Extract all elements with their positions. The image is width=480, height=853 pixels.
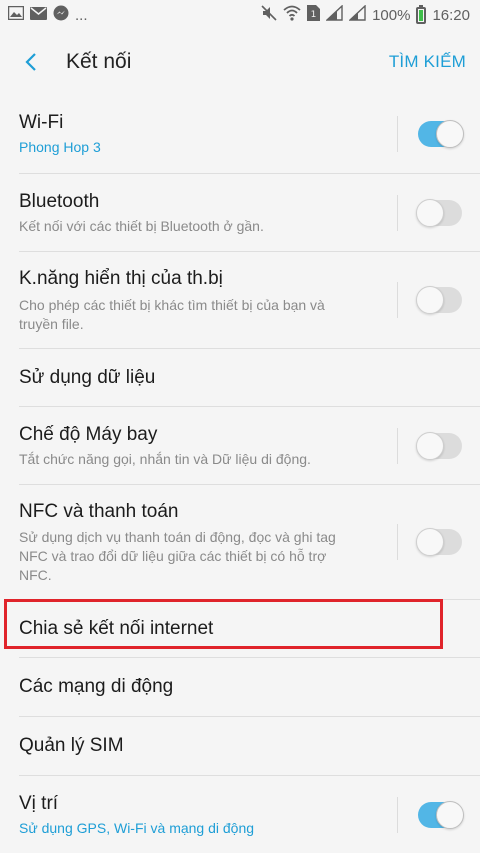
setting-subtitle: Tắt chức năng gọi, nhắn tin và Dữ liệu d… <box>19 451 311 467</box>
setting-text: K.năng hiển thị của th.bị Cho phép các t… <box>19 266 397 334</box>
setting-title: K.năng hiển thị của th.bị <box>19 268 223 289</box>
toggle-knob <box>416 198 444 227</box>
image-notification-icon <box>7 5 25 24</box>
setting-title: Vị trí <box>19 793 59 814</box>
setting-text: Chia sẻ kết nối internet <box>19 616 462 642</box>
setting-data-usage[interactable]: Sử dụng dữ liệu <box>0 349 480 406</box>
wifi-toggle[interactable] <box>418 119 464 148</box>
signal-icon <box>325 4 343 25</box>
subtitle-line: NFC và trao đổi dữ liệu giữa các thiết b… <box>19 548 327 564</box>
setting-title: Chế độ Máy bay <box>19 424 158 445</box>
setting-title: Quản lý SIM <box>19 735 124 756</box>
setting-title: Các mạng di động <box>19 676 174 697</box>
setting-bluetooth[interactable]: Bluetooth Kết nối với các thiết bị Bluet… <box>0 174 480 251</box>
setting-subtitle: Cho phép các thiết bị khác tìm thiết bị … <box>19 296 397 334</box>
sim-1-icon: 1 <box>307 5 321 25</box>
signal-2-icon <box>348 4 366 25</box>
setting-subtitle: Phong Hop 3 <box>19 139 101 155</box>
location-toggle[interactable] <box>418 800 464 829</box>
status-bar: ... 1 100% 16:20 <box>0 0 480 30</box>
toggle-area <box>397 174 462 251</box>
bluetooth-toggle[interactable] <box>416 198 462 227</box>
page-title: Kết nối <box>66 50 132 73</box>
toggle-knob <box>436 119 464 148</box>
status-right: 1 100% 16:20 <box>261 4 470 25</box>
app-bar: Kết nối TÌM KIẾM <box>0 30 480 94</box>
messenger-notification-icon <box>53 5 69 25</box>
mail-notification-icon <box>30 6 47 24</box>
toggle-knob <box>416 286 444 314</box>
setting-title: Wi-Fi <box>19 112 64 133</box>
setting-subtitle: Kết nối với các thiết bị Bluetooth ở gần… <box>19 218 264 234</box>
vertical-divider <box>397 524 398 560</box>
back-arrow-icon[interactable] <box>16 47 46 77</box>
setting-subtitle: Sử dụng dịch vụ thanh toán di động, đọc … <box>19 528 397 585</box>
setting-tethering[interactable]: Chia sẻ kết nối internet <box>0 600 480 657</box>
setting-text: Sử dụng dữ liệu <box>19 365 462 391</box>
toggle-area <box>397 94 464 173</box>
toggle-area <box>397 776 464 853</box>
subtitle-line: Sử dụng dịch vụ thanh toán di động, đọc … <box>19 529 336 545</box>
setting-nfc-payment[interactable]: NFC và thanh toán Sử dụng dịch vụ thanh … <box>0 485 480 599</box>
setting-location[interactable]: Vị trí Sử dụng GPS, Wi-Fi và mạng di độn… <box>0 776 480 853</box>
subtitle-line: truyền file. <box>19 316 84 332</box>
setting-title: Chia sẻ kết nối internet <box>19 617 214 639</box>
more-notifications-text: ... <box>75 6 88 24</box>
setting-sim-manager[interactable]: Quản lý SIM <box>0 717 480 775</box>
vertical-divider <box>397 115 398 152</box>
search-button[interactable]: TÌM KIẾM <box>389 52 466 72</box>
setting-device-visibility[interactable]: K.năng hiển thị của th.bị Cho phép các t… <box>0 252 480 348</box>
setting-subtitle: Sử dụng GPS, Wi-Fi và mạng di động <box>19 820 255 836</box>
vertical-divider <box>397 796 398 833</box>
toggle-knob <box>436 800 464 829</box>
setting-airplane-mode[interactable]: Chế độ Máy bay Tắt chức năng gọi, nhắn t… <box>0 407 480 484</box>
setting-text: NFC và thanh toán Sử dụng dịch vụ thanh … <box>19 499 397 585</box>
setting-mobile-networks[interactable]: Các mạng di động <box>0 658 480 716</box>
setting-text: Chế độ Máy bay Tắt chức năng gọi, nhắn t… <box>19 422 397 469</box>
subtitle-line: NFC. <box>19 567 52 583</box>
vertical-divider <box>397 282 398 318</box>
toggle-area <box>397 485 462 599</box>
setting-text: Quản lý SIM <box>19 733 462 759</box>
battery-icon <box>416 4 427 24</box>
toggle-area <box>397 407 462 484</box>
vertical-divider <box>397 427 398 464</box>
toggle-knob <box>416 528 444 556</box>
nfc-toggle[interactable] <box>416 528 462 556</box>
setting-text: Bluetooth Kết nối với các thiết bị Bluet… <box>19 189 397 236</box>
battery-percentage: 100% <box>372 6 411 24</box>
wifi-icon <box>283 5 301 25</box>
setting-text: Các mạng di động <box>19 674 462 700</box>
visibility-toggle[interactable] <box>416 286 462 314</box>
setting-text: Wi-Fi Phong Hop 3 <box>19 110 397 157</box>
toggle-knob <box>416 431 444 460</box>
clock: 16:20 <box>432 6 470 24</box>
mute-icon <box>261 5 277 25</box>
toggle-area <box>397 252 462 348</box>
app-bar-left: Kết nối <box>16 47 131 77</box>
setting-title: NFC và thanh toán <box>19 501 179 522</box>
subtitle-line: Cho phép các thiết bị khác tìm thiết bị … <box>19 297 325 313</box>
airplane-mode-toggle[interactable] <box>416 431 462 460</box>
svg-text:1: 1 <box>311 10 317 20</box>
vertical-divider <box>397 194 398 231</box>
setting-wifi[interactable]: Wi-Fi Phong Hop 3 <box>0 94 480 173</box>
setting-title: Sử dụng dữ liệu <box>19 366 156 388</box>
status-left: ... <box>7 5 88 25</box>
setting-text: Vị trí Sử dụng GPS, Wi-Fi và mạng di độn… <box>19 791 397 838</box>
setting-title: Bluetooth <box>19 191 100 212</box>
